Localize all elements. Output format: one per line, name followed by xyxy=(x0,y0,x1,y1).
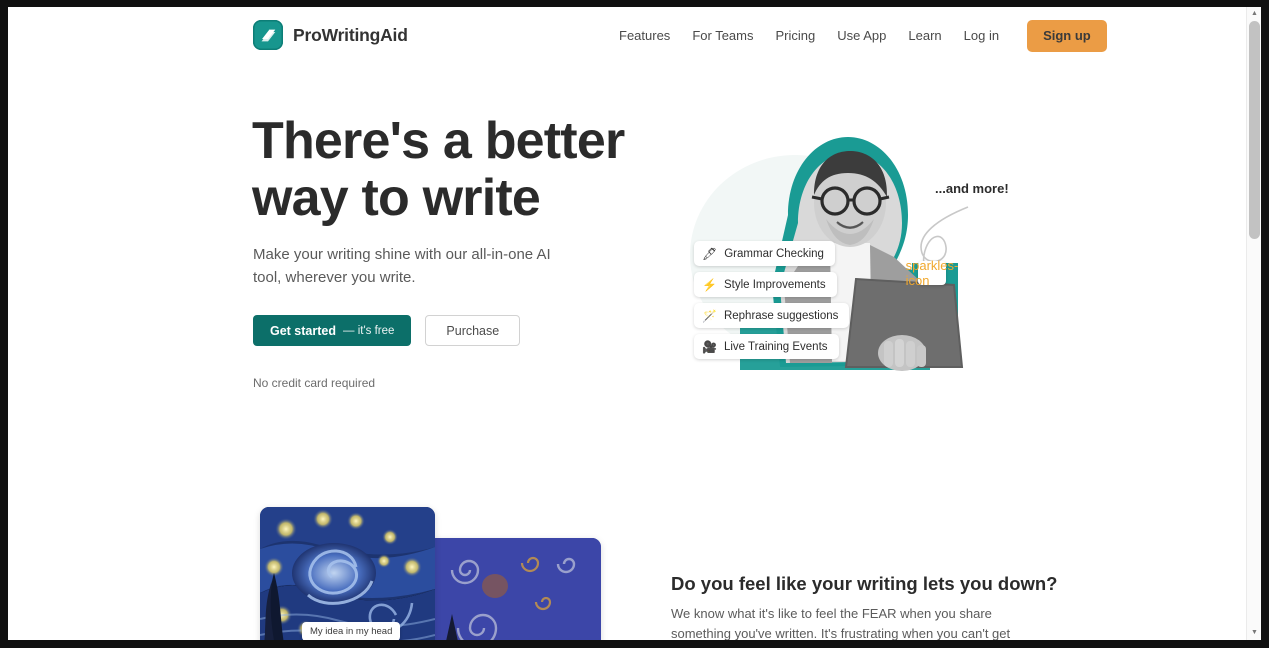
feature-pill-label: Live Training Events xyxy=(723,340,828,353)
feature-pill-grammar-checking: 🖋 Grammar Checking xyxy=(694,241,835,266)
get-started-button[interactable]: Get started — it's free xyxy=(253,315,412,346)
hero-illustration: ...and more! sparkles-icon 🖋 Grammar Che… xyxy=(680,115,1010,393)
scrollbar-up-arrow[interactable]: ▲ xyxy=(1247,7,1261,21)
feature-pill-label: Rephrase suggestions xyxy=(723,309,839,322)
hero-cta-group: Get started — it's free Purchase xyxy=(253,315,521,346)
nav-item-features[interactable]: Features xyxy=(608,7,681,64)
lightning-icon: ⚡ xyxy=(702,277,717,292)
lower-section-title: Do you feel like your writing lets you d… xyxy=(671,573,1058,594)
get-started-free-note: — it's free xyxy=(343,324,395,337)
get-started-label: Get started xyxy=(270,323,336,338)
nav-item-log-in[interactable]: Log in xyxy=(953,7,1010,64)
artwork-starry-night-svg xyxy=(260,507,435,640)
feature-pill-label: Style Improvements xyxy=(723,278,826,291)
feature-pill-label: Grammar Checking xyxy=(724,247,824,260)
magic-wand-icon: 🪄 xyxy=(702,308,717,323)
brand-logo-link[interactable]: ProWritingAid xyxy=(253,20,408,50)
sparkles-icon: sparkles-icon xyxy=(905,258,959,288)
prowritingaid-logo-icon xyxy=(253,20,283,50)
and-more-annotation: ...and more! xyxy=(935,181,1009,196)
page-scrollbar[interactable]: ▲ ▼ xyxy=(1246,7,1261,640)
scrollbar-down-arrow[interactable]: ▼ xyxy=(1247,626,1261,640)
hero-title: There's a better way to write xyxy=(252,112,625,227)
nav-item-for-teams[interactable]: For Teams xyxy=(681,7,764,64)
video-camera-icon: 🎥 xyxy=(702,339,717,354)
sign-up-button[interactable]: Sign up xyxy=(1027,19,1107,52)
nav-item-use-app[interactable]: Use App xyxy=(826,7,897,64)
feature-pill-live-training-events: 🎥 Live Training Events xyxy=(694,334,839,359)
nav-item-pricing[interactable]: Pricing xyxy=(764,7,826,64)
feature-pill-style-improvements: ⚡ Style Improvements xyxy=(694,272,837,297)
lower-section-body: We know what it's like to feel the FEAR … xyxy=(671,606,1011,640)
nav-item-learn[interactable]: Learn xyxy=(897,7,952,64)
site-header: ProWritingAid Features For Teams Pricing… xyxy=(8,7,1246,64)
scrollbar-thumb[interactable] xyxy=(1249,21,1260,239)
feature-pill-rephrase-suggestions: 🪄 Rephrase suggestions xyxy=(694,303,850,328)
browser-window-frame: ProWritingAid Features For Teams Pricing… xyxy=(0,0,1269,648)
purchase-button[interactable]: Purchase xyxy=(425,315,521,346)
webpage-content: ProWritingAid Features For Teams Pricing… xyxy=(8,7,1246,640)
artwork-stylized-svg xyxy=(425,538,601,640)
main-navigation: Features For Teams Pricing Use App Learn… xyxy=(608,7,1107,64)
artwork-starry-night-panel xyxy=(260,507,435,640)
brand-name: ProWritingAid xyxy=(293,24,408,45)
browser-viewport: ProWritingAid Features For Teams Pricing… xyxy=(8,7,1261,640)
hero-subtitle: Make your writing shine with our all-in-… xyxy=(253,246,551,286)
no-credit-card-note: No credit card required xyxy=(253,376,376,390)
artwork-caption-label: My idea in my head xyxy=(302,622,401,640)
pen-nib-icon: 🖋 xyxy=(702,246,718,261)
artwork-stylized-panel xyxy=(425,538,601,640)
